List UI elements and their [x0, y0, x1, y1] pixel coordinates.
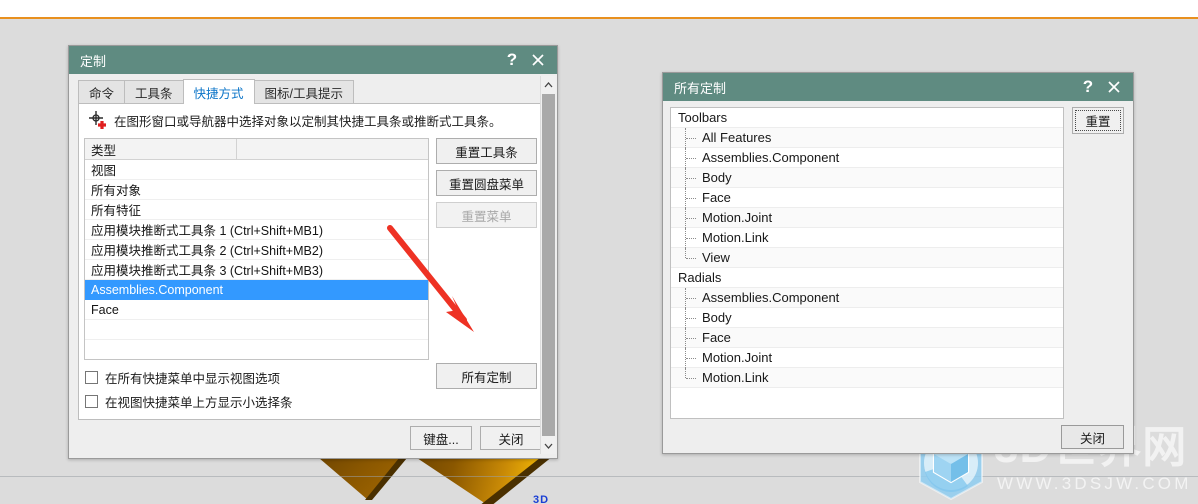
vertical-scrollbar[interactable] [540, 76, 556, 454]
tree-connector-icon [685, 368, 699, 388]
checkbox-show-mini-selection-bar[interactable]: 在视图快捷菜单上方显示小选择条 [85, 392, 293, 411]
top-white-strip [0, 0, 1198, 17]
tree-item[interactable]: Face [671, 188, 1063, 208]
tree-item-label: Assemblies.Component [702, 150, 840, 165]
tree-connector-icon [685, 148, 699, 168]
crosshair-plus-icon [86, 108, 112, 132]
tree-item[interactable]: Face [671, 328, 1063, 348]
list-item[interactable]: 应用模块推断式工具条 1 (Ctrl+Shift+MB1) [85, 220, 428, 240]
list-item[interactable]: 应用模块推断式工具条 2 (Ctrl+Shift+MB2) [85, 240, 428, 260]
tree-item[interactable]: Motion.Link [671, 368, 1063, 388]
dialog-footer: 键盘... 关闭 [78, 424, 542, 452]
tabstrip: 命令 工具条 快捷方式 图标/工具提示 [78, 79, 542, 104]
checkbox-label: 在视图快捷菜单上方显示小选择条 [105, 396, 293, 410]
blue-text-fragment: 3D [533, 494, 550, 504]
tree-connector-icon [685, 248, 699, 268]
tree-group-toolbars[interactable]: Toolbars [671, 108, 1063, 128]
tree-connector-icon [685, 228, 699, 248]
help-icon[interactable]: ? [1075, 75, 1101, 99]
tab-icons-tooltips[interactable]: 图标/工具提示 [253, 80, 355, 104]
customize-dialog-title: 定制 [80, 53, 107, 69]
list-item[interactable]: 所有对象 [85, 180, 428, 200]
tree-item-label: View [702, 250, 730, 265]
tree-item-label: Motion.Link [702, 370, 769, 385]
cad-model-geometry [300, 452, 600, 504]
tree-item[interactable]: Body [671, 308, 1063, 328]
tree-item-label: Body [702, 170, 732, 185]
list-item[interactable]: 应用模块推断式工具条 3 (Ctrl+Shift+MB3) [85, 260, 428, 280]
close-button[interactable]: 关闭 [1061, 425, 1124, 449]
tree-item[interactable]: View [671, 248, 1063, 268]
hint-text: 在图形窗口或导航器中选择对象以定制其快捷工具条或推断式工具条。 [114, 114, 502, 129]
tree-connector-icon [685, 308, 699, 328]
type-list[interactable]: 类型 视图 所有对象 所有特征 应用模块推断式工具条 1 (Ctrl+Shift… [84, 138, 429, 360]
tree-item-empty[interactable] [671, 388, 1063, 408]
customize-dialog: 定制 ? 命令 工具条 快捷方式 图标/工具提示 在图形窗口或导航器中选择对象以… [68, 45, 558, 459]
checkbox-box[interactable] [85, 395, 98, 408]
tree-connector-icon [685, 128, 699, 148]
watermark-url: WWW.3DSJW.COM [997, 474, 1192, 493]
tree-item-label: Face [702, 330, 731, 345]
tree-item-label: Motion.Joint [702, 210, 773, 225]
tree-connector-icon [685, 328, 699, 348]
shortcuts-tab-panel: 在图形窗口或导航器中选择对象以定制其快捷工具条或推断式工具条。 类型 视图 所有… [78, 103, 542, 420]
tree-item[interactable]: Assemblies.Component [671, 288, 1063, 308]
tree-item[interactable]: Body [671, 168, 1063, 188]
chevron-down-icon[interactable] [541, 437, 556, 454]
tab-shortcuts[interactable]: 快捷方式 [182, 79, 255, 104]
chevron-up-icon[interactable] [541, 76, 556, 93]
list-item-selected[interactable]: Assemblies.Component [85, 280, 428, 300]
all-customize-titlebar: 所有定制 ? [663, 73, 1133, 101]
tree-group-radials[interactable]: Radials [671, 268, 1063, 288]
checkbox-label: 在所有快捷菜单中显示视图选项 [105, 372, 281, 386]
tree-item-label: Assemblies.Component [702, 290, 840, 305]
all-customize-button[interactable]: 所有定制 [436, 363, 537, 389]
list-item[interactable]: 视图 [85, 160, 428, 180]
customize-dialog-titlebar: 定制 ? [69, 46, 557, 74]
tree-connector-icon [685, 208, 699, 228]
checkbox-box[interactable] [85, 371, 98, 384]
tab-toolbars[interactable]: 工具条 [124, 80, 184, 104]
list-item[interactable]: 所有特征 [85, 200, 428, 220]
all-customize-dialog: 所有定制 ? Toolbars All Features Assemblies.… [662, 72, 1134, 454]
tree-item-label: Face [702, 190, 731, 205]
reset-menu-button: 重置菜单 [436, 202, 537, 228]
tree-item[interactable]: Motion.Joint [671, 348, 1063, 368]
column-header-blank[interactable] [237, 139, 428, 159]
customization-tree[interactable]: Toolbars All Features Assemblies.Compone… [670, 107, 1064, 419]
list-item-empty[interactable] [85, 340, 428, 359]
tree-item[interactable]: All Features [671, 128, 1063, 148]
reset-radial-menu-button[interactable]: 重置圆盘菜单 [436, 170, 537, 196]
tree-item-label: Motion.Link [702, 230, 769, 245]
tree-item-label: All Features [702, 130, 772, 145]
scrollbar-thumb[interactable] [542, 94, 555, 436]
reset-button[interactable]: 重置 [1072, 107, 1124, 134]
tree-item[interactable]: Motion.Joint [671, 208, 1063, 228]
close-button[interactable]: 关闭 [480, 426, 542, 450]
type-list-header: 类型 [85, 139, 428, 160]
checkbox-show-view-options[interactable]: 在所有快捷菜单中显示视图选项 [85, 368, 280, 387]
tree-item-label: Body [702, 310, 732, 325]
hint-row: 在图形窗口或导航器中选择对象以定制其快捷工具条或推断式工具条。 [80, 105, 542, 135]
tree-item-label: Motion.Joint [702, 350, 773, 365]
tree-connector-icon [685, 188, 699, 208]
tab-commands[interactable]: 命令 [78, 80, 126, 104]
reset-toolbar-button[interactable]: 重置工具条 [436, 138, 537, 164]
all-customize-title: 所有定制 [674, 80, 727, 96]
list-item-empty[interactable] [85, 320, 428, 340]
tree-item[interactable]: Assemblies.Component [671, 148, 1063, 168]
keyboard-button[interactable]: 键盘... [410, 426, 472, 450]
column-header-type[interactable]: 类型 [85, 139, 237, 159]
tree-item[interactable]: Motion.Link [671, 228, 1063, 248]
help-icon[interactable]: ? [499, 48, 525, 72]
tree-connector-icon [685, 348, 699, 368]
tree-connector-icon [685, 288, 699, 308]
focus-ring [1075, 110, 1121, 131]
list-item[interactable]: Face [85, 300, 428, 320]
tree-connector-icon [685, 168, 699, 188]
close-icon[interactable] [1101, 75, 1127, 99]
close-icon[interactable] [525, 48, 551, 72]
